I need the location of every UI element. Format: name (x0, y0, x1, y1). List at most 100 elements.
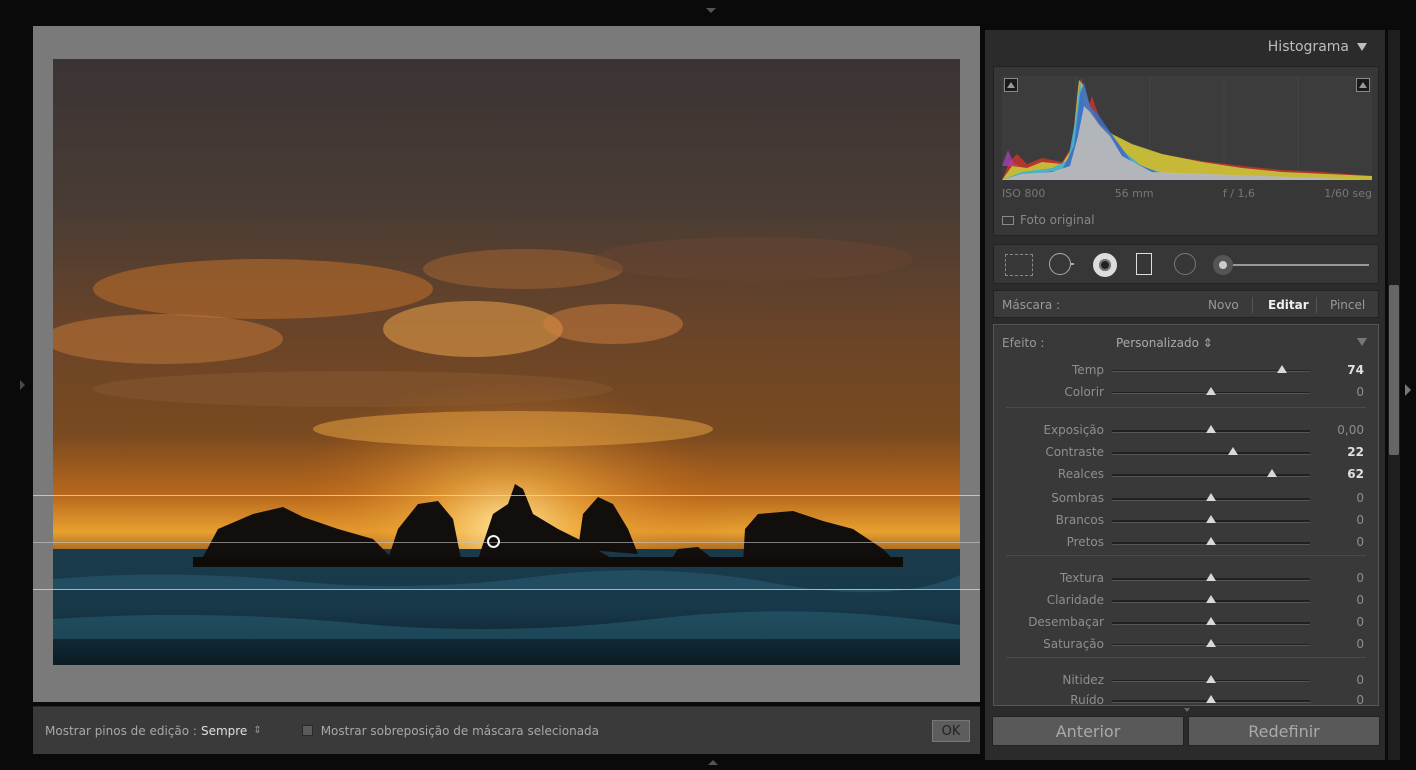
slider-label: Contraste (1045, 445, 1104, 459)
image-canvas[interactable] (33, 26, 980, 702)
slider-value[interactable]: 0,00 (1337, 423, 1364, 437)
effect-sliders-panel: Efeito : Personalizado ⇕ Temp 74 Colorir 0 E… (993, 324, 1379, 706)
slider-thumb-icon[interactable] (1206, 675, 1216, 683)
spot-removal-arrow-icon (1070, 263, 1074, 265)
slider-thumb-icon[interactable] (1267, 469, 1278, 477)
crop-overlay-icon[interactable] (1005, 254, 1033, 276)
photo-image (53, 59, 960, 665)
adjustment-brush-icon[interactable] (1213, 255, 1233, 275)
photo-sunset-seastacks[interactable] (53, 59, 960, 665)
top-panel-toggle-icon[interactable] (706, 8, 716, 13)
slider-value[interactable]: 22 (1347, 445, 1364, 459)
slider-value[interactable]: 0 (1356, 535, 1364, 549)
slider-row-6: Brancos 0 (994, 511, 1378, 531)
aperture-value: f / 1,6 (1222, 187, 1255, 200)
slider-track[interactable] (1112, 474, 1310, 477)
bottom-panel-toggle-icon[interactable] (708, 760, 718, 765)
slider-row-1: Colorir 0 (994, 383, 1378, 403)
slider-row-7: Pretos 0 (994, 533, 1378, 553)
slider-value[interactable]: 0 (1356, 385, 1364, 399)
slider-value[interactable]: 0 (1356, 693, 1364, 705)
slider-row-12: Nitidez 0 (994, 671, 1378, 691)
adjustment-brush-slider-line (1232, 264, 1369, 266)
panel-scrollbar-thumb[interactable] (1389, 285, 1399, 455)
slider-label: Pretos (1066, 535, 1104, 549)
mask-separator (1252, 297, 1253, 313)
slider-label: Nitidez (1062, 673, 1104, 687)
section-divider (1006, 657, 1366, 658)
section-divider (1006, 555, 1366, 556)
bottom-toolbar: Mostrar pinos de edição : Sempre ⇕ Mostr… (33, 706, 980, 754)
effect-label: Efeito : (1002, 336, 1045, 350)
mask-new-button[interactable]: Novo (1208, 298, 1239, 312)
histogram-plot (1002, 76, 1372, 181)
graduated-filter-icon[interactable] (1136, 253, 1152, 275)
slider-value[interactable]: 74 (1347, 363, 1364, 377)
slider-track[interactable] (1112, 452, 1310, 455)
mask-edit-button[interactable]: Editar (1268, 298, 1309, 312)
slider-label: Brancos (1055, 513, 1104, 527)
left-panel-toggle-icon[interactable] (20, 380, 25, 390)
spot-removal-icon[interactable] (1049, 253, 1071, 275)
histogram-graph[interactable] (1002, 76, 1372, 181)
original-photo-checkbox-icon[interactable] (1002, 215, 1014, 225)
slider-value[interactable]: 0 (1356, 491, 1364, 505)
previous-button[interactable]: Anterior (992, 716, 1184, 746)
effect-collapse-icon[interactable] (1357, 338, 1367, 346)
collapse-triangle-icon[interactable] (1357, 43, 1367, 51)
focal-length-value: 56 mm (1114, 187, 1154, 200)
shutter-speed-value: 1/60 seg (1324, 187, 1372, 200)
slider-thumb-icon[interactable] (1206, 425, 1216, 433)
slider-thumb-icon[interactable] (1206, 493, 1216, 501)
effect-preset-select[interactable]: Personalizado ⇕ (1116, 336, 1213, 350)
slider-value[interactable]: 0 (1356, 615, 1364, 629)
tool-strip (993, 244, 1379, 284)
reset-button[interactable]: Redefinir (1188, 716, 1380, 746)
slider-label: Colorir (1064, 385, 1104, 399)
graduated-filter-line-bottom[interactable] (33, 589, 980, 590)
edit-pin[interactable] (487, 535, 500, 548)
shadow-clipping-icon[interactable] (1004, 78, 1018, 92)
slider-thumb-icon[interactable] (1206, 617, 1216, 625)
mask-overlay-label[interactable]: Mostrar sobreposição de máscara selecion… (321, 724, 599, 738)
slider-thumb-icon[interactable] (1206, 515, 1216, 523)
slider-value[interactable]: 62 (1347, 467, 1364, 481)
right-panel-toggle-icon[interactable] (1405, 384, 1411, 396)
histogram-header[interactable]: Histograma (985, 30, 1385, 62)
graduated-filter-line-center[interactable] (33, 542, 980, 543)
highlight-clipping-icon[interactable] (1356, 78, 1370, 92)
show-pins-select[interactable]: Sempre (201, 724, 247, 738)
show-pins-label: Mostrar pinos de edição : (45, 723, 197, 738)
slider-label: Saturação (1043, 637, 1104, 651)
slider-label: Exposição (1043, 423, 1104, 437)
slider-thumb-icon[interactable] (1227, 447, 1238, 455)
red-eye-icon[interactable] (1093, 253, 1117, 277)
slider-thumb-icon[interactable] (1277, 365, 1288, 373)
radial-filter-icon[interactable] (1174, 253, 1196, 275)
slider-value[interactable]: 0 (1356, 513, 1364, 527)
app-window: Mostrar pinos de edição : Sempre ⇕ Mostr… (0, 0, 1416, 770)
slider-value[interactable]: 0 (1356, 571, 1364, 585)
slider-thumb-icon[interactable] (1206, 695, 1216, 703)
ok-button[interactable]: OK (932, 720, 970, 742)
slider-value[interactable]: 0 (1356, 673, 1364, 687)
iso-value: ISO 800 (1002, 187, 1046, 200)
mask-overlay-checkbox[interactable] (301, 725, 313, 736)
slider-thumb-icon[interactable] (1206, 595, 1216, 603)
mask-label: Máscara : (1002, 298, 1061, 312)
slider-row-5: Sombras 0 (994, 489, 1378, 509)
original-photo-toggle[interactable]: Foto original (1002, 213, 1095, 227)
show-pins-arrows-icon[interactable]: ⇕ (253, 725, 261, 736)
slider-row-2: Exposição 0,00 (994, 421, 1378, 441)
original-photo-label: Foto original (1020, 213, 1095, 227)
slider-value[interactable]: 0 (1356, 637, 1364, 651)
slider-thumb-icon[interactable] (1206, 573, 1216, 581)
graduated-filter-line-top[interactable] (33, 495, 980, 496)
slider-label: Ruído (1070, 693, 1104, 706)
slider-thumb-icon[interactable] (1206, 387, 1216, 395)
slider-row-0: Temp 74 (994, 361, 1378, 381)
slider-value[interactable]: 0 (1356, 593, 1364, 607)
mask-brush-button[interactable]: Pincel (1330, 298, 1365, 312)
slider-thumb-icon[interactable] (1206, 537, 1216, 545)
slider-thumb-icon[interactable] (1206, 639, 1216, 647)
